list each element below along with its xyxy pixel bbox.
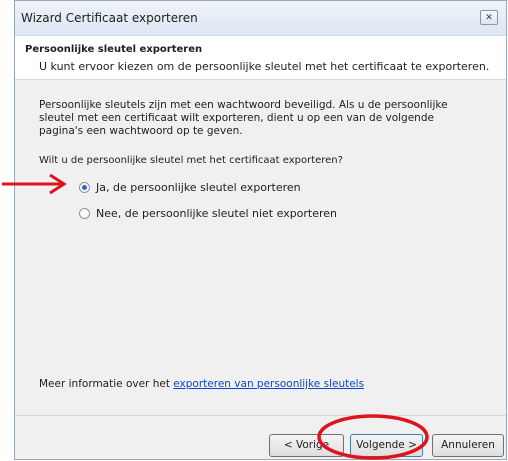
cancel-button[interactable]: Annuleren — [432, 434, 504, 457]
wizard-body: Persoonlijke sleutels zijn met een wacht… — [15, 80, 506, 415]
export-wizard-window: Wizard Certificaat exporteren ✕ Persoonl… — [14, 0, 507, 460]
export-question: Wilt u de persoonlijke sleutel met het c… — [39, 155, 343, 166]
radio-button-yes[interactable] — [79, 181, 90, 193]
radio-label-yes[interactable]: Ja, de persoonlijke sleutel exporteren — [96, 181, 301, 194]
more-info: Meer informatie over het exporteren van … — [39, 378, 364, 390]
header-title: Persoonlijke sleutel exporteren — [25, 44, 203, 55]
more-info-link[interactable]: exporteren van persoonlijke sleutels — [173, 378, 364, 390]
radio-option-yes[interactable]: Ja, de persoonlijke sleutel exporteren — [79, 180, 301, 194]
radio-label-no[interactable]: Nee, de persoonlijke sleutel niet export… — [96, 207, 337, 220]
wizard-header: Persoonlijke sleutel exporteren U kunt e… — [15, 36, 506, 80]
radio-option-no[interactable]: Nee, de persoonlijke sleutel niet export… — [79, 206, 337, 220]
close-button[interactable]: ✕ — [480, 10, 498, 25]
info-paragraph: Persoonlijke sleutels zijn met een wacht… — [39, 99, 448, 137]
window-title: Wizard Certificaat exporteren — [21, 11, 198, 25]
title-bar: Wizard Certificaat exporteren ✕ — [15, 1, 506, 36]
previous-button[interactable]: < Vorige — [269, 434, 344, 457]
more-info-prefix: Meer informatie over het — [39, 378, 174, 390]
next-button[interactable]: Volgende > — [350, 434, 423, 457]
radio-button-no[interactable] — [79, 207, 90, 219]
header-description: U kunt ervoor kiezen om de persoonlijke … — [39, 60, 490, 73]
wizard-footer: < Vorige Volgende > Annuleren — [15, 415, 506, 459]
